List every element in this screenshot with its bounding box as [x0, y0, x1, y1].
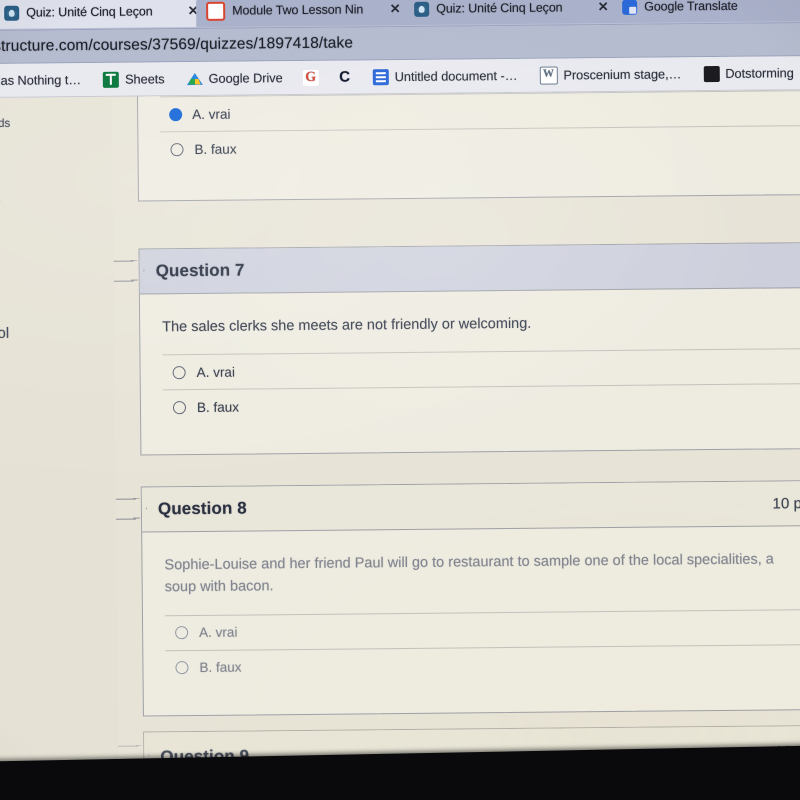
question-card-7: Question 7 10 p The sales clerks she mee…: [111, 240, 800, 457]
question-card-partial: A. vrai B. faux: [136, 89, 800, 202]
answer-label: A. vrai: [199, 625, 238, 641]
question-card-8: Question 8 10 pts Sophie-Louise and her …: [112, 479, 800, 717]
answer-option[interactable]: A. vrai: [162, 347, 800, 390]
google-icon: G: [302, 69, 319, 86]
answer-label: B. faux: [196, 399, 240, 415]
question-card-body: Question 8 10 pts Sophie-Louise and her …: [140, 479, 800, 717]
question-card-body: Question 7 10 p The sales clerks she mee…: [138, 240, 800, 457]
question-body: The sales clerks she meets are not frien…: [140, 287, 800, 455]
bookmark-label: Google Drive: [208, 70, 283, 86]
quiz-page: Periods ents chool l: [0, 89, 800, 784]
red-square-icon: [206, 1, 226, 21]
browser-tab-title: Quiz: Unité Cinq Leçon: [26, 4, 153, 20]
photo-of-screen: Quiz: Unité Cinq Leçon ✕ Module Two Less…: [0, 0, 800, 800]
close-icon[interactable]: ✕: [388, 1, 402, 16]
close-icon[interactable]: ✕: [596, 0, 610, 14]
browser-tab-3[interactable]: Google Translate: [611, 0, 800, 23]
answer-label: B. faux: [199, 660, 242, 676]
question-text: The sales clerks she meets are not frien…: [162, 315, 532, 336]
browser-window: Quiz: Unité Cinq Leçon ✕ Module Two Less…: [0, 0, 800, 784]
docs-icon: [372, 68, 389, 85]
question-title: Question 7: [155, 260, 245, 281]
question-header: Question 8 10 pts: [141, 480, 800, 533]
bookmark-item[interactable]: Sheets: [92, 62, 176, 96]
bookmark-label: Proscenium stage,…: [563, 66, 682, 83]
radio-button[interactable]: [172, 401, 187, 415]
c-icon: C: [339, 68, 351, 86]
bookmark-item[interactable]: Google Drive: [175, 61, 293, 95]
question-header: Question 7 10 p: [139, 241, 800, 295]
radio-button[interactable]: [175, 626, 189, 640]
bookmark-label: Sheets: [124, 71, 165, 87]
sheets-icon: [102, 71, 120, 88]
question-title: Question 8: [157, 498, 247, 519]
question-body: A. vrai B. faux: [138, 89, 800, 201]
browser-tab-0[interactable]: Quiz: Unité Cinq Leçon ✕: [0, 0, 209, 29]
answer-label: A. vrai: [196, 364, 235, 380]
bookmark-item[interactable]: C: [328, 60, 362, 93]
bookmark-label: Untitled document -…: [394, 67, 518, 85]
bookmark-item[interactable]: Dotstorming: [692, 56, 800, 90]
bookmark-item[interactable]: a Has Nothing t…: [0, 63, 92, 97]
translate-icon: [622, 0, 638, 15]
bookmark-item[interactable]: Untitled document -…: [361, 59, 528, 94]
bookmark-label: a Has Nothing t…: [0, 72, 82, 88]
browser-tab-title: Quiz: Unité Cinq Leçon: [436, 0, 563, 16]
radio-button[interactable]: [172, 366, 186, 380]
quiz-questions-list: A. vrai B. faux Question 7 The sales cle…: [111, 89, 800, 784]
answer-list: A. vrai B. faux: [162, 347, 800, 425]
bookmark-item[interactable]: W Proscenium stage,…: [528, 57, 692, 92]
answer-option[interactable]: B. faux: [162, 382, 800, 425]
canvas-icon: [414, 1, 430, 17]
question-card-body: A. vrai B. faux: [136, 89, 800, 202]
answer-option[interactable]: B. faux: [160, 123, 800, 167]
flag-question-icon[interactable]: [112, 498, 137, 520]
course-sidebar: Periods ents chool l: [0, 96, 119, 784]
radio-button[interactable]: [175, 661, 189, 675]
question-text: Sophie-Louise and her friend Paul will g…: [164, 551, 774, 596]
browser-tab-title: Google Translate: [644, 0, 738, 14]
dotstorming-icon: [703, 65, 720, 82]
flag-question-icon[interactable]: [111, 260, 134, 282]
answer-list: A. vrai B. faux: [159, 89, 800, 167]
question-body: Sophie-Louise and her friend Paul will g…: [142, 526, 800, 716]
answer-list: A. vrai B. faux: [164, 609, 800, 686]
browser-tab-2[interactable]: Quiz: Unité Cinq Leçon ✕: [404, 0, 619, 25]
sidebar-item-0[interactable]: Periods: [0, 118, 10, 130]
url-text: nstructure.com/courses/37569/quizzes/189…: [0, 34, 354, 56]
radio-button[interactable]: [170, 108, 182, 120]
answer-label: A. vrai: [192, 106, 231, 122]
bookmark-item[interactable]: G: [294, 61, 328, 94]
bookmark-label: Dotstorming: [725, 65, 794, 81]
wordpress-icon: W: [539, 66, 558, 85]
drive-icon: [186, 70, 202, 86]
radio-button[interactable]: [170, 142, 184, 156]
canvas-icon: [4, 5, 20, 21]
question-points: 10 pts: [772, 494, 800, 512]
sidebar-item-2[interactable]: chool: [0, 325, 9, 342]
browser-tab-1[interactable]: Module Two Lesson Nin ✕: [196, 0, 411, 27]
browser-tab-title: Module Two Lesson Nin: [232, 2, 364, 18]
answer-label: B. faux: [194, 141, 237, 157]
